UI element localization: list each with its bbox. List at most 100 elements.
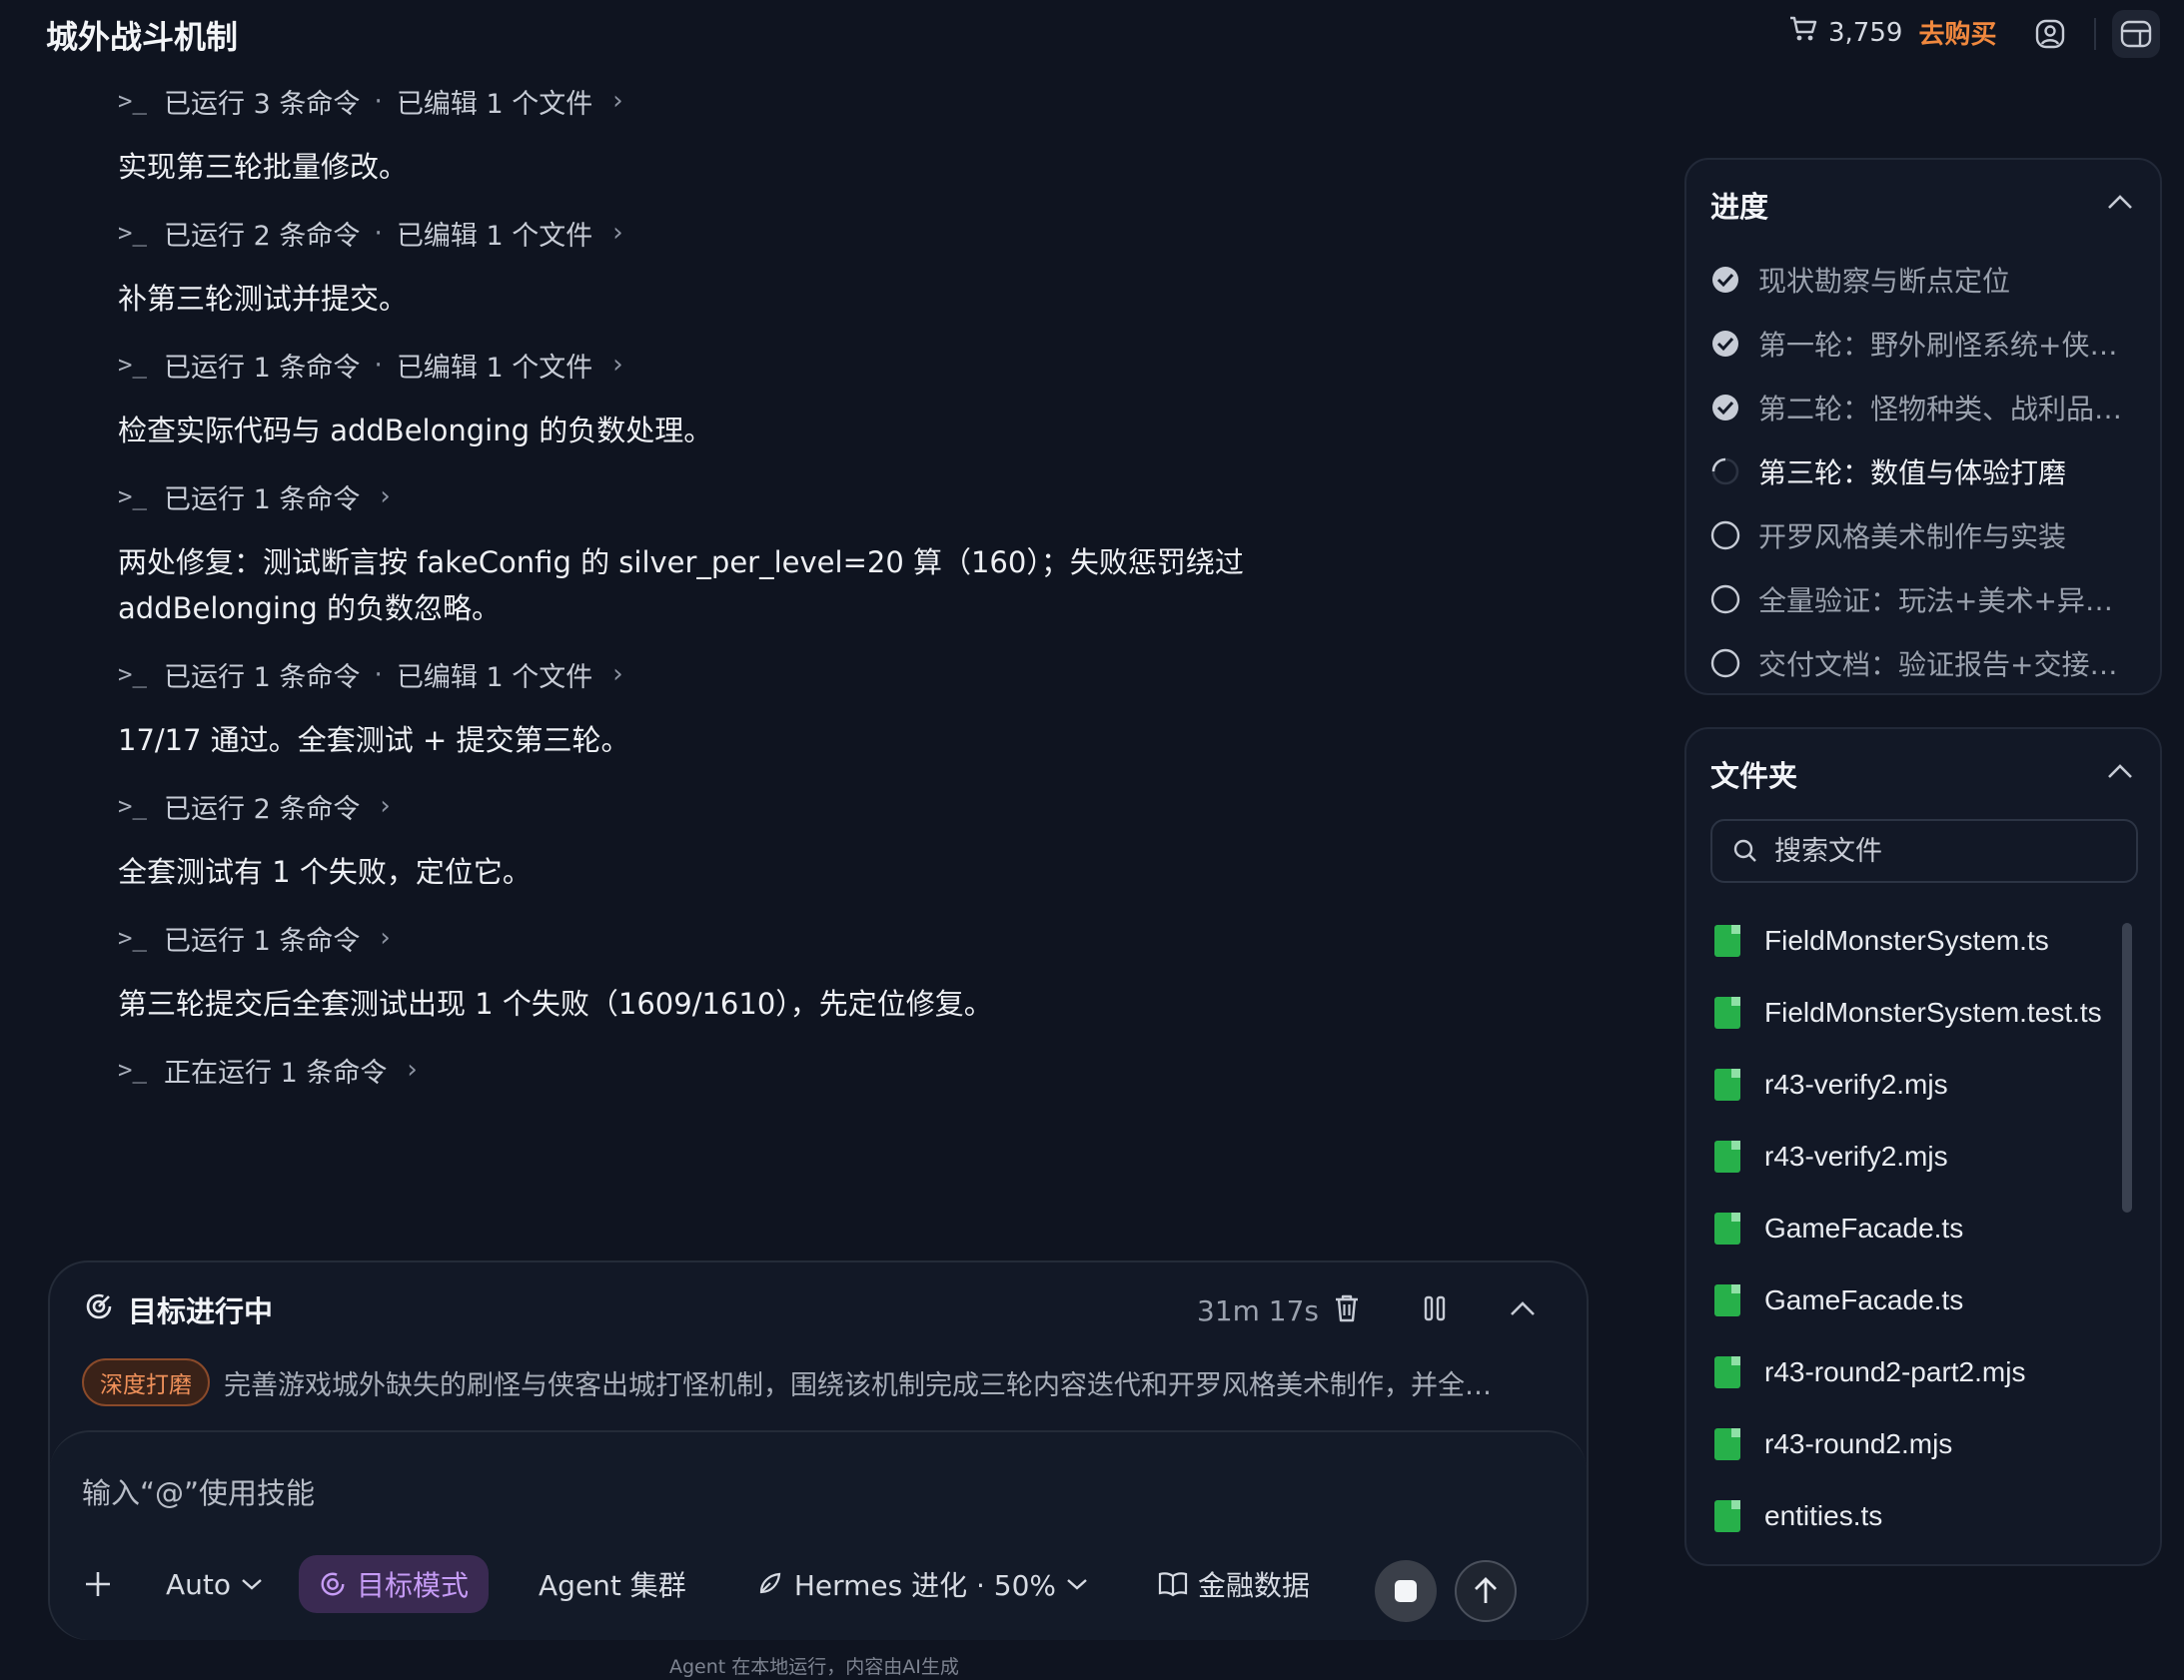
command-summary[interactable]: >_ 已运行 3 条命令 · 已编辑 1 个文件 ›: [118, 78, 1417, 124]
plus-icon: [86, 1572, 110, 1596]
check-circle-icon: [1712, 395, 1738, 420]
chevron-right-icon: ›: [380, 481, 391, 511]
trash-icon[interactable]: [1325, 1286, 1369, 1330]
progress-step: 全量验证：玩法+美术+异常…: [1710, 567, 2138, 631]
command-count: 已运行 1 条命令: [164, 661, 361, 693]
goal-description: 完善游戏城外缺失的刷怪与侠客出城打怪机制，围绕该机制完成三轮内容迭代和开罗风格美…: [224, 1369, 1492, 1401]
search-input[interactable]: [1772, 834, 2116, 868]
goal-mode-button[interactable]: 目标模式: [299, 1555, 490, 1613]
activity-feed: >_ 已运行 3 条命令 · 已编辑 1 个文件 › 实现第三轮批量修改。 >_…: [118, 78, 1417, 1093]
assistant-message: 两处修复：测试断言按 fakeConfig 的 silver_per_level…: [118, 545, 1244, 625]
file-name: FieldMonsterSystem.ts: [1764, 925, 2049, 956]
assistant-message: 实现第三轮批量修改。: [118, 150, 409, 184]
pause-icon[interactable]: [1413, 1286, 1457, 1330]
assistant-message: 第三轮提交后全套测试出现 1 个失败（1609/1610），先定位修复。: [118, 987, 993, 1021]
file-icon: [1714, 1428, 1740, 1460]
finance-data-button[interactable]: 金融数据: [1138, 1555, 1338, 1613]
model-select[interactable]: Auto: [146, 1555, 283, 1613]
command-summary[interactable]: >_ 已运行 1 条命令 ›: [118, 915, 1417, 961]
step-label: 现状勘察与断点定位: [1758, 265, 2011, 298]
terminal-icon: >_: [118, 924, 147, 952]
folder-title: 文件夹: [1710, 759, 1798, 793]
file-item[interactable]: r43-round2-part2.mjs: [1710, 1336, 2114, 1408]
composer-input[interactable]: 输入“@”使用技能: [82, 1470, 315, 1512]
footnote: Agent 在本地运行，内容由AI生成: [669, 1656, 959, 1678]
chevron-right-icon: ›: [612, 659, 623, 689]
file-name: FieldMonsterSystem.test.ts: [1764, 997, 2102, 1028]
command-count: 已运行 2 条命令: [164, 793, 361, 825]
chevron-right-icon: ›: [612, 350, 623, 380]
stop-icon: [1395, 1580, 1417, 1602]
command-summary[interactable]: >_ 已运行 1 条命令 · 已编辑 1 个文件 ›: [118, 342, 1417, 388]
book-icon: [1158, 1572, 1188, 1597]
folder-card: 文件夹 FieldMonsterSystem.ts FieldMonsterSy…: [1684, 727, 2162, 1566]
file-item[interactable]: r43-round2.mjs: [1710, 1408, 2114, 1480]
scrollbar-thumb[interactable]: [2122, 923, 2132, 1213]
command-summary[interactable]: >_ 已运行 2 条命令 · 已编辑 1 个文件 ›: [118, 210, 1417, 256]
terminal-icon: >_: [118, 219, 147, 247]
check-circle-icon: [1712, 331, 1738, 357]
check-circle-icon: [1712, 267, 1738, 293]
separator-dot: ·: [374, 658, 383, 690]
file-item[interactable]: GameFacade.ts: [1710, 1264, 2114, 1336]
goal-target-icon: [84, 1291, 114, 1328]
terminal-icon: >_: [118, 351, 147, 379]
chevron-up-icon[interactable]: [2100, 751, 2140, 791]
composer-toolbar: Auto 目标模式 Agent 集群 Hermes 进化 · 50% 金融数据: [82, 1554, 1338, 1614]
chevron-right-icon: ›: [612, 218, 623, 248]
file-item[interactable]: r43-verify2.mjs: [1710, 1049, 2114, 1121]
chevron-up-icon[interactable]: [2100, 182, 2140, 222]
file-item[interactable]: GameFacade.ts: [1710, 1193, 2114, 1264]
panel-toggle-icon[interactable]: [2112, 10, 2160, 58]
search-icon: [1733, 839, 1756, 862]
file-icon: [1714, 1284, 1740, 1316]
progress-step: 开罗风格美术制作与实装: [1710, 503, 2138, 567]
progress-step: 第一轮：野外刷怪系统+侠客…: [1710, 312, 2138, 376]
arrow-up-icon: [1475, 1577, 1497, 1603]
command-summary-running[interactable]: >_ 正在运行 1 条命令 ›: [118, 1047, 1417, 1093]
file-item[interactable]: r43-verify2.mjs: [1710, 1121, 2114, 1193]
file-name: GameFacade.ts: [1764, 1284, 1964, 1315]
goal-target-icon: [321, 1572, 345, 1596]
terminal-icon: >_: [118, 87, 147, 115]
file-item[interactable]: FieldMonsterSystem.ts: [1710, 905, 2114, 977]
chevron-right-icon: ›: [380, 791, 391, 821]
progress-title: 进度: [1710, 190, 1769, 224]
hermes-select[interactable]: Hermes 进化 · 50%: [736, 1555, 1108, 1613]
chevron-right-icon: ›: [407, 1055, 418, 1085]
top-bar: 城外战斗机制 3,759 去购买: [0, 0, 2184, 70]
stop-button[interactable]: [1375, 1560, 1437, 1622]
assistant-message: 全套测试有 1 个失败，定位它。: [118, 855, 532, 889]
step-label: 第三轮：数值与体验打磨: [1758, 456, 2067, 489]
command-summary[interactable]: >_ 已运行 2 条命令 ›: [118, 783, 1417, 829]
file-icon: [1714, 1141, 1740, 1173]
buy-link[interactable]: 去购买: [1918, 14, 1996, 51]
file-list: FieldMonsterSystem.ts FieldMonsterSystem…: [1710, 905, 2114, 1552]
edit-count: 已编辑 1 个文件: [396, 220, 593, 252]
goal-mode-label: 目标模式: [357, 1569, 470, 1602]
send-button[interactable]: [1455, 1560, 1517, 1622]
separator-dot: ·: [374, 349, 383, 381]
file-item[interactable]: FieldMonsterSystem.test.ts: [1710, 977, 2114, 1049]
step-label: 第一轮：野外刷怪系统+侠客…: [1758, 329, 2138, 362]
assistant-message: 检查实际代码与 addBelonging 的负数处理。: [118, 414, 713, 447]
file-name: entities.ts: [1764, 1500, 1883, 1531]
command-summary[interactable]: >_ 已运行 1 条命令 ›: [118, 473, 1417, 519]
cart-icon[interactable]: [1788, 15, 1818, 50]
agent-cluster-button[interactable]: Agent 集群: [519, 1555, 706, 1613]
goal-header: 目标进行中: [84, 1288, 273, 1330]
goal-description-row: 深度打磨 完善游戏城外缺失的刷怪与侠客出城打怪机制，围绕该机制完成三轮内容迭代和…: [82, 1358, 1561, 1406]
chevron-up-icon[interactable]: [1501, 1286, 1545, 1330]
file-name: GameFacade.ts: [1764, 1213, 1964, 1244]
command-summary[interactable]: >_ 已运行 1 条命令 · 已编辑 1 个文件 ›: [118, 651, 1417, 697]
file-item[interactable]: entities.ts: [1710, 1480, 2114, 1552]
add-button[interactable]: [82, 1555, 126, 1613]
terminal-icon: >_: [118, 660, 147, 688]
progress-step: 交付文档：验证报告+交接说明: [1710, 631, 2138, 695]
file-icon: [1714, 997, 1740, 1029]
separator-dot: ·: [374, 217, 383, 249]
terminal-icon: >_: [118, 1056, 147, 1084]
credits-count: 3,759: [1828, 17, 1903, 48]
user-icon[interactable]: [2026, 10, 2074, 58]
empty-circle-icon: [1710, 520, 1740, 550]
